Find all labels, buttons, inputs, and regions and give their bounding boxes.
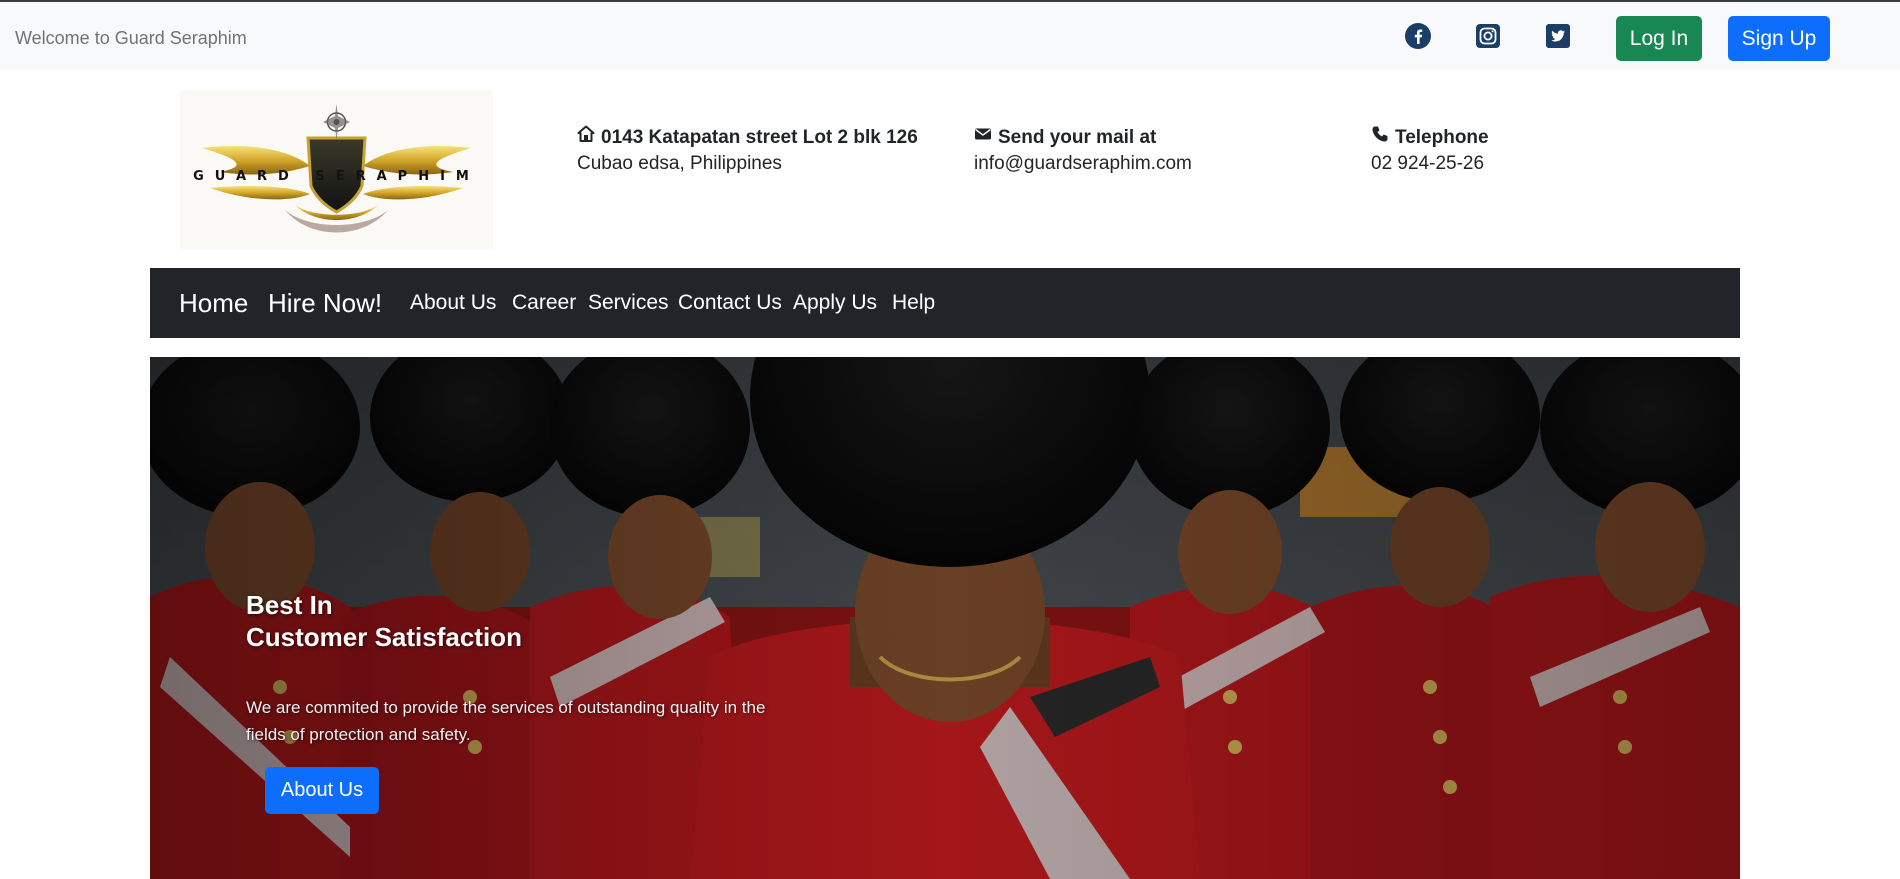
hero-description: We are commited to provide the services … — [246, 698, 766, 744]
nav-home[interactable]: Home — [179, 268, 248, 338]
mail-info: Send your mail at info@guardseraphim.com — [974, 125, 1192, 177]
company-logo[interactable]: GUARD SERAPHIM — [180, 90, 493, 249]
top-bar: Welcome to Guard Seraphim Log In Sign Up — [0, 0, 1900, 70]
welcome-text: Welcome to Guard Seraphim — [15, 28, 247, 48]
nav-contact-us[interactable]: Contact Us — [678, 268, 782, 338]
phone-number[interactable]: 02 924-25-26 — [1371, 151, 1489, 177]
nav-apply-us[interactable]: Apply Us — [793, 268, 877, 338]
address-title: 0143 Katapatan street Lot 2 blk 126 — [601, 127, 918, 148]
nav-career[interactable]: Career — [512, 268, 576, 338]
svg-text:GUARD SERAPHIM: GUARD SERAPHIM — [193, 169, 480, 184]
address-info: 0143 Katapatan street Lot 2 blk 126 Cuba… — [577, 125, 918, 177]
nav-services[interactable]: Services — [588, 268, 669, 338]
twitter-icon[interactable] — [1544, 22, 1572, 50]
address-detail: Cubao edsa, Philippines — [577, 153, 782, 174]
envelope-icon — [974, 125, 992, 151]
hero-about-us-button[interactable]: About Us — [265, 767, 379, 814]
signup-button[interactable]: Sign Up — [1728, 16, 1830, 61]
nav-about-us[interactable]: About Us — [410, 268, 496, 338]
hero-title: Best In Customer Satisfaction — [246, 590, 522, 652]
instagram-icon[interactable] — [1474, 22, 1502, 50]
house-icon — [577, 125, 595, 151]
phone-info: Telephone 02 924-25-26 — [1371, 125, 1489, 177]
facebook-icon[interactable] — [1404, 22, 1432, 50]
mail-title: Send your mail at — [998, 127, 1157, 148]
nav-hire-now[interactable]: Hire Now! — [268, 268, 382, 338]
hero-banner: Best In Customer Satisfaction We are com… — [150, 357, 1740, 879]
phone-icon — [1371, 125, 1389, 151]
main-navbar: Home Hire Now! About Us Career Services … — [150, 268, 1740, 338]
login-button[interactable]: Log In — [1616, 16, 1702, 61]
nav-help[interactable]: Help — [892, 268, 935, 338]
mail-address[interactable]: info@guardseraphim.com — [974, 151, 1192, 177]
phone-title: Telephone — [1395, 127, 1489, 148]
